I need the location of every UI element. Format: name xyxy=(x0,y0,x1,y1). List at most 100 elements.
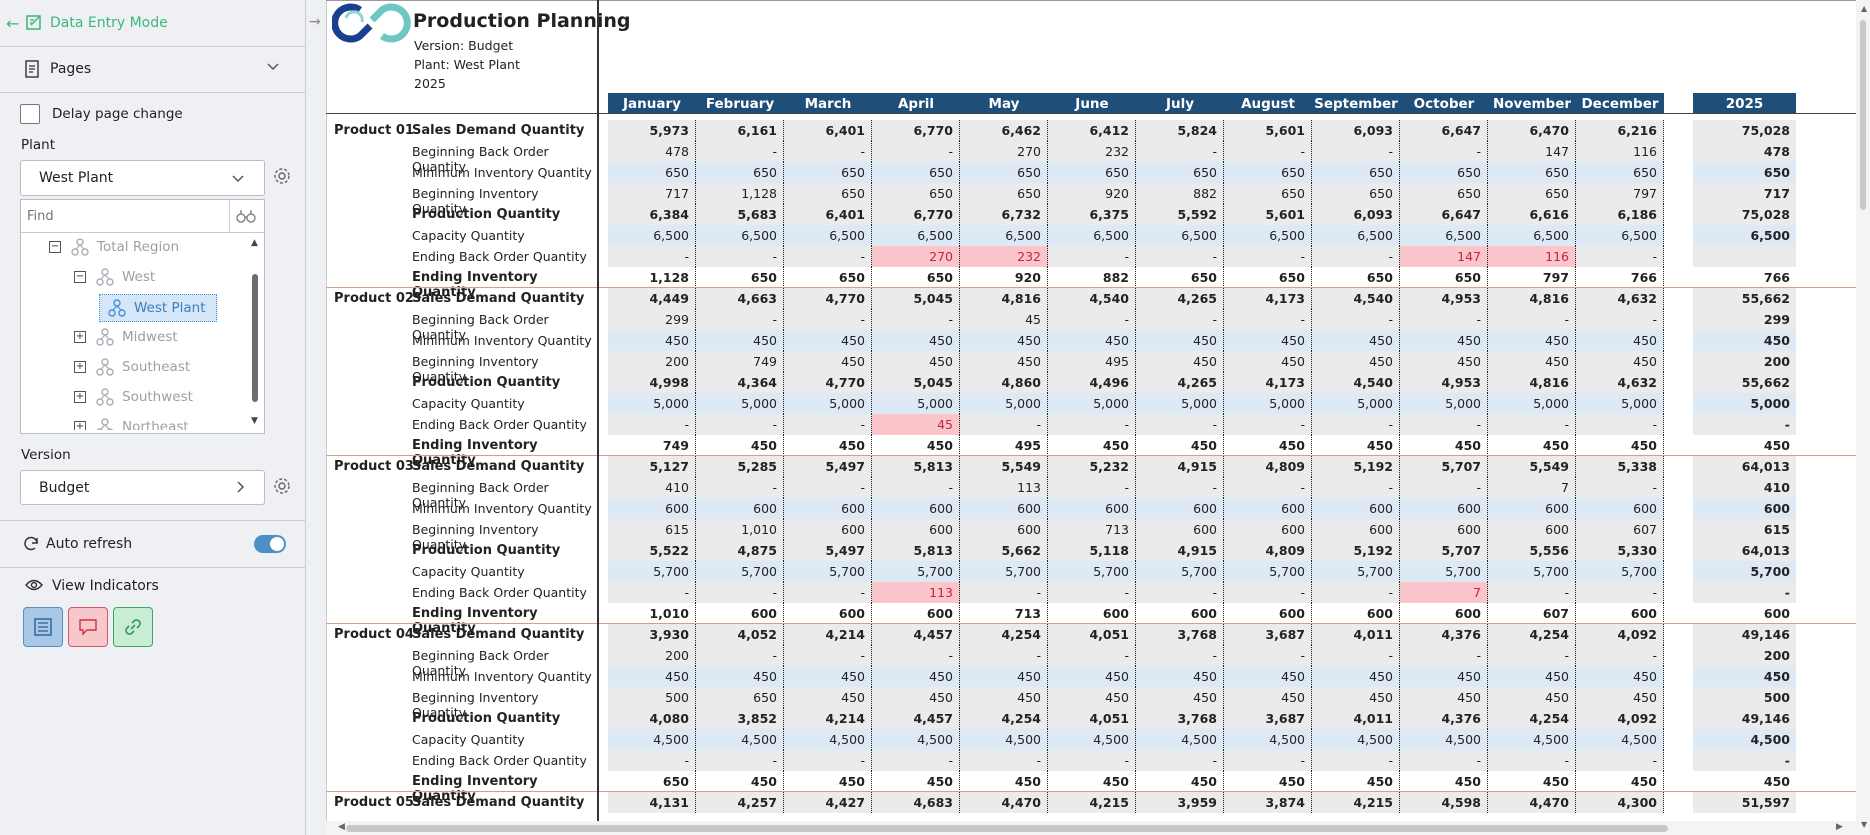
grid-cell[interactable]: 450 xyxy=(1400,330,1488,351)
delay-checkbox[interactable] xyxy=(20,104,40,124)
grid-cell[interactable]: 450 xyxy=(1400,666,1488,687)
grid-cell[interactable]: 600 xyxy=(1400,498,1488,519)
grid-cell[interactable]: 450 xyxy=(1312,666,1400,687)
plant-dropdown[interactable]: West Plant xyxy=(20,160,265,196)
grid-cell[interactable]: 450 xyxy=(1136,666,1224,687)
grid-cell[interactable]: 450 xyxy=(1576,330,1664,351)
grid-cell[interactable]: 6,500 xyxy=(1576,225,1664,246)
grid-cell[interactable]: 5,000 xyxy=(1136,393,1224,414)
link-indicator-button[interactable] xyxy=(113,607,153,647)
grid-cell[interactable]: 4,500 xyxy=(1136,729,1224,750)
grid-cell[interactable]: 5,000 xyxy=(1312,393,1400,414)
collapse-icon[interactable]: − xyxy=(49,241,61,253)
auto-refresh-toggle[interactable] xyxy=(254,535,286,553)
grid-cell[interactable]: 600 xyxy=(1488,498,1576,519)
grid-cell[interactable]: 650 xyxy=(960,162,1048,183)
grid-cell[interactable]: 5,000 xyxy=(784,393,872,414)
expand-icon[interactable]: + xyxy=(74,331,86,343)
grid-cell[interactable]: 600 xyxy=(872,498,960,519)
grid-cell[interactable]: 650 xyxy=(872,162,960,183)
grid-cell[interactable]: 6,500 xyxy=(872,225,960,246)
grid-cell[interactable]: 6,500 xyxy=(960,225,1048,246)
grid-cell[interactable]: 650 xyxy=(696,162,784,183)
grid-cell[interactable]: 4,500 xyxy=(784,729,872,750)
grid-cell[interactable]: 450 xyxy=(1488,330,1576,351)
expand-icon[interactable]: + xyxy=(74,361,86,373)
grid-cell[interactable]: 450 xyxy=(1312,330,1400,351)
tree-node[interactable]: + Southwest xyxy=(74,384,193,410)
collapse-arrow-icon[interactable]: → xyxy=(309,14,321,30)
grid-cell[interactable]: 6,500 xyxy=(1400,225,1488,246)
grid-cell[interactable]: 650 xyxy=(1312,162,1400,183)
tree-node[interactable]: − West xyxy=(74,264,155,290)
grid-cell[interactable]: 5,700 xyxy=(696,561,784,582)
grid-cell[interactable]: 4,500 xyxy=(1488,729,1576,750)
grid-cell[interactable]: 600 xyxy=(960,498,1048,519)
grid-cell[interactable]: 4,500 xyxy=(1576,729,1664,750)
grid-cell[interactable]: 600 xyxy=(1576,498,1664,519)
grid-cell[interactable]: 5,700 xyxy=(872,561,960,582)
grid-cell[interactable]: 450 xyxy=(1224,330,1312,351)
grid-cell[interactable]: 450 xyxy=(1048,330,1136,351)
grid-cell[interactable]: 5,700 xyxy=(960,561,1048,582)
grid-cell[interactable]: 600 xyxy=(1048,498,1136,519)
grid-cell[interactable]: 450 xyxy=(696,330,784,351)
grid-cell[interactable]: 5,000 xyxy=(1576,393,1664,414)
grid-cell[interactable]: 4,500 xyxy=(960,729,1048,750)
grid-cell[interactable]: 5,700 xyxy=(1312,561,1400,582)
grid-cell[interactable]: 450 xyxy=(960,330,1048,351)
grid-cell[interactable]: 450 xyxy=(784,666,872,687)
grid-cell[interactable]: 450 xyxy=(872,330,960,351)
grid-cell[interactable]: 650 xyxy=(1488,162,1576,183)
grid-cell[interactable]: 600 xyxy=(1312,498,1400,519)
grid-cell[interactable]: 600 xyxy=(608,498,696,519)
grid-cell[interactable]: 6,500 xyxy=(1048,225,1136,246)
grid-cell[interactable]: 5,000 xyxy=(960,393,1048,414)
grid-cell[interactable]: 5,000 xyxy=(872,393,960,414)
grid-cell[interactable]: 450 xyxy=(872,666,960,687)
chevron-down-icon[interactable] xyxy=(266,58,280,77)
grid-cell[interactable]: 600 xyxy=(696,498,784,519)
grid-cell[interactable]: 5,700 xyxy=(784,561,872,582)
grid-cell[interactable]: 5,000 xyxy=(608,393,696,414)
grid-cell[interactable]: 5,000 xyxy=(1224,393,1312,414)
grid-cell[interactable]: 600 xyxy=(784,498,872,519)
grid-cell[interactable]: 6,500 xyxy=(1488,225,1576,246)
horizontal-scrollbar[interactable]: ◀ ▶ xyxy=(326,821,1856,835)
grid-cell[interactable]: 4,500 xyxy=(1048,729,1136,750)
grid-cell[interactable]: 6,500 xyxy=(784,225,872,246)
tree-scroll-thumb[interactable] xyxy=(252,274,258,402)
vertical-scroll-thumb[interactable] xyxy=(1860,20,1866,210)
grid-cell[interactable]: 450 xyxy=(696,666,784,687)
grid-cell[interactable]: 6,500 xyxy=(1136,225,1224,246)
grid-cell[interactable]: 450 xyxy=(1136,330,1224,351)
binoculars-icon[interactable] xyxy=(236,208,256,228)
grid-cell[interactable]: 450 xyxy=(960,666,1048,687)
grid-cell[interactable]: 600 xyxy=(1224,498,1312,519)
horizontal-scroll-thumb[interactable] xyxy=(346,825,1668,832)
grid-cell[interactable]: 650 xyxy=(1400,162,1488,183)
grid-cell[interactable]: 5,000 xyxy=(1400,393,1488,414)
grid-cell[interactable]: 4,500 xyxy=(608,729,696,750)
grid-cell[interactable]: 4,500 xyxy=(1312,729,1400,750)
collapse-icon[interactable]: − xyxy=(74,271,86,283)
grid-cell[interactable]: 5,700 xyxy=(1488,561,1576,582)
data-entry-mode-label[interactable]: Data Entry Mode xyxy=(50,15,168,31)
tree-scrollbar[interactable]: ▲ ▼ xyxy=(249,236,261,430)
grid-cell[interactable]: 5,700 xyxy=(1400,561,1488,582)
list-indicator-button[interactable] xyxy=(23,607,63,647)
grid-cell[interactable]: 4,500 xyxy=(872,729,960,750)
grid-cell[interactable]: 650 xyxy=(608,162,696,183)
grid-cell[interactable]: 5,000 xyxy=(1048,393,1136,414)
grid-cell[interactable]: 650 xyxy=(1576,162,1664,183)
find-input[interactable] xyxy=(25,204,229,228)
grid-cell[interactable]: 6,500 xyxy=(1224,225,1312,246)
grid-cell[interactable]: 4,500 xyxy=(1224,729,1312,750)
grid-cell[interactable]: 450 xyxy=(608,666,696,687)
expand-icon[interactable]: + xyxy=(74,421,86,430)
grid-cell[interactable]: 5,700 xyxy=(1224,561,1312,582)
tree-node[interactable]: − Total Region xyxy=(49,234,179,260)
version-settings-gear-icon[interactable] xyxy=(272,476,292,496)
tree-node[interactable]: + Northeast xyxy=(74,414,189,430)
back-arrow-icon[interactable]: ← xyxy=(6,14,19,33)
